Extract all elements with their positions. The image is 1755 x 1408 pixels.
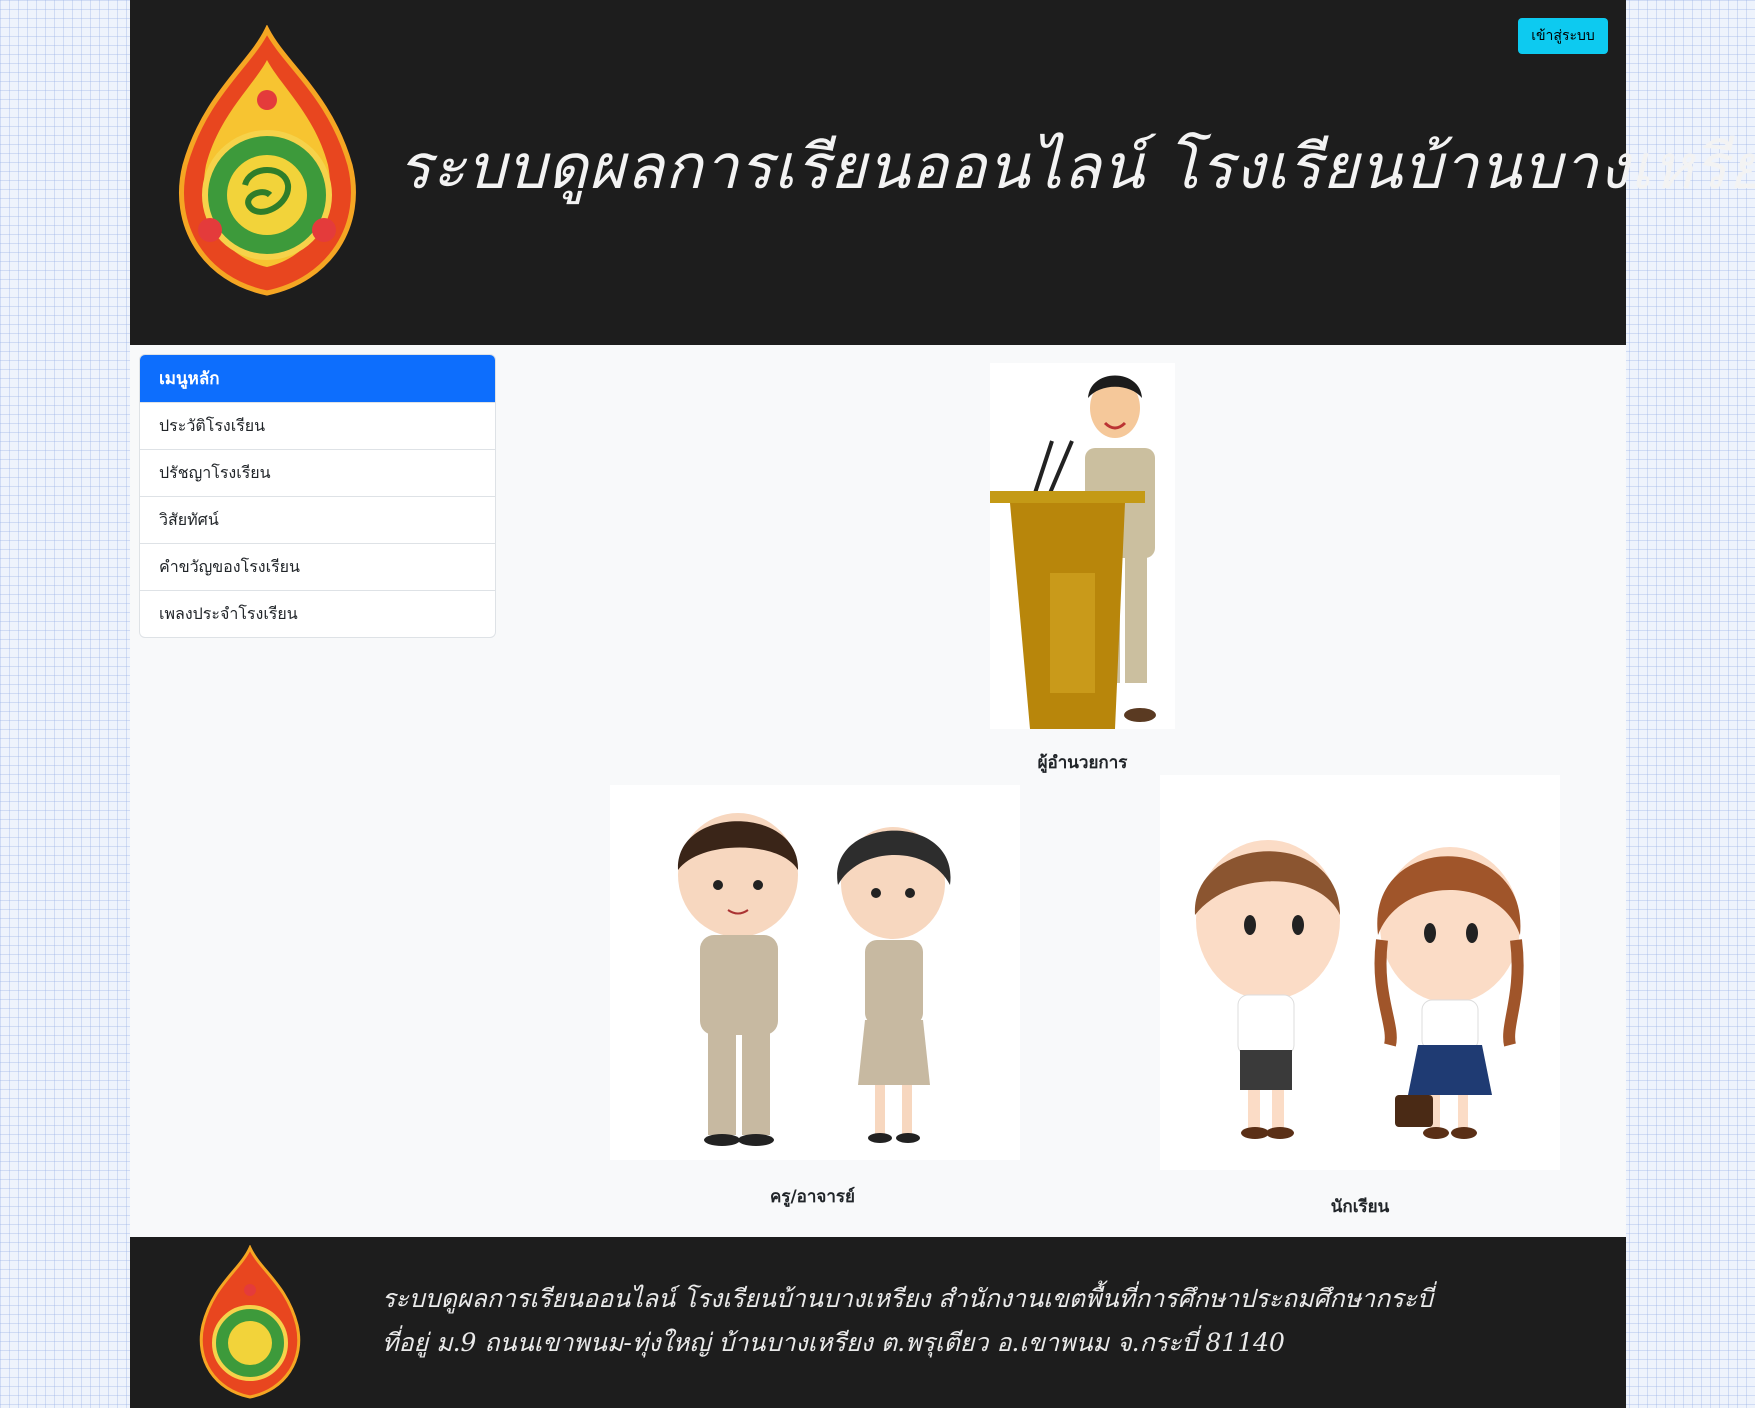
menu-item-school-song[interactable]: เพลงประจำโรงเรียน xyxy=(140,590,495,637)
menu-item-motto[interactable]: คำขวัญของโรงเรียน xyxy=(140,543,495,590)
page: ระบบดูผลการเรียนออนไลน์ โรงเรียนบ้านบางเ… xyxy=(130,0,1755,1408)
students-illustration xyxy=(1160,775,1560,1170)
footer-line-1: ระบบดูผลการเรียนออนไลน์ โรงเรียนบ้านบางเ… xyxy=(382,1284,1433,1313)
director-illustration xyxy=(990,363,1175,729)
teachers-card[interactable]: ครู/อาจารย์ xyxy=(605,785,1020,1217)
header-banner: ระบบดูผลการเรียนออนไลน์ โรงเรียนบ้านบางเ… xyxy=(130,0,1755,345)
students-card[interactable]: นักเรียน xyxy=(1160,775,1560,1227)
director-caption: ผู้อำนวยการ xyxy=(1037,753,1128,773)
menu-item-philosophy[interactable]: ปรัชญาโรงเรียน xyxy=(140,449,495,496)
menu-heading[interactable]: เมนูหลัก xyxy=(140,355,495,402)
director-card[interactable]: ผู้อำนวยการ xyxy=(970,363,1195,773)
menu-item-vision[interactable]: วิสัยทัศน์ xyxy=(140,496,495,543)
main-menu: เมนูหลัก ประวัติโรงเรียน ปรัชญาโรงเรียน … xyxy=(139,354,496,638)
footer: ระบบดูผลการเรียนออนไลน์ โรงเรียนบ้านบางเ… xyxy=(130,1237,1626,1408)
teachers-caption: ครู/อาจารย์ xyxy=(769,1187,856,1207)
login-button[interactable]: เข้าสู่ระบบ xyxy=(1518,18,1608,54)
site-title: ระบบดูผลการเรียนออนไลน์ โรงเรียนบ้านบางเ… xyxy=(398,130,1755,203)
menu-item-school-history[interactable]: ประวัติโรงเรียน xyxy=(140,402,495,449)
footer-address: ที่อยู่ ม.9 ถนนเขาพนม-ทุ่งใหญ่ บ้านบางเห… xyxy=(382,1328,1285,1357)
students-caption: นักเรียน xyxy=(1330,1197,1390,1217)
footer-emblem-logo xyxy=(195,1244,305,1400)
school-emblem-logo xyxy=(170,24,365,300)
teachers-illustration xyxy=(610,785,1020,1160)
main-content: เมนูหลัก ประวัติโรงเรียน ปรัชญาโรงเรียน … xyxy=(130,345,1626,1237)
